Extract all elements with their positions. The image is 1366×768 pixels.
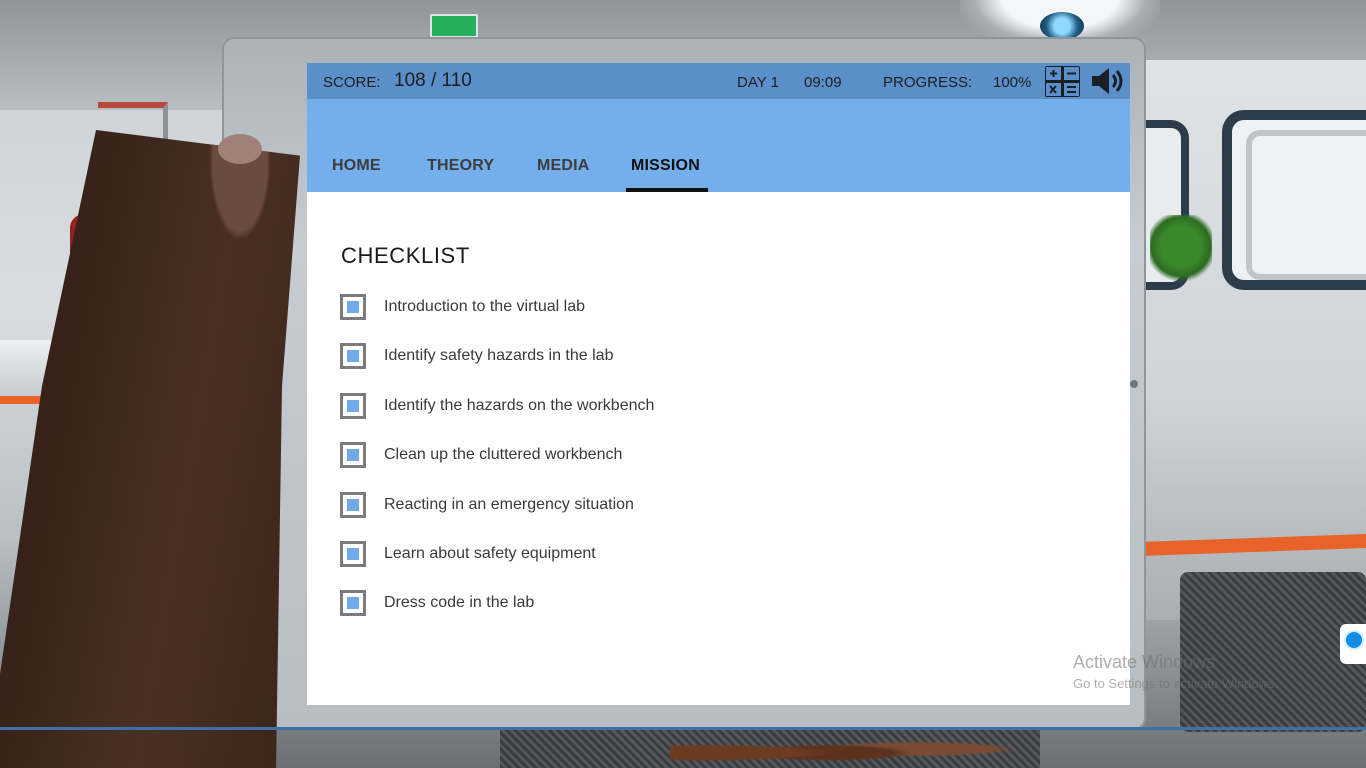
speaker-icon[interactable] — [1090, 66, 1126, 96]
checklist-item: Dress code in the lab — [340, 589, 1040, 638]
progress-label: PROGRESS: — [883, 74, 973, 91]
checklist-item-label: Learn about safety equipment — [384, 544, 596, 562]
checkbox[interactable] — [340, 540, 366, 567]
checklist-item: Identify safety hazards in the lab — [340, 342, 1040, 391]
checkbox-fill — [347, 597, 359, 610]
tablet-button — [1130, 380, 1138, 388]
checkbox[interactable] — [340, 294, 366, 320]
progress-value: 100% — [993, 74, 1032, 91]
checklist-item-label: Reacting in an emergency situation — [384, 495, 634, 513]
active-tab-indicator — [626, 188, 708, 192]
checklist-item-label: Identify the hazards on the workbench — [384, 396, 655, 414]
checklist-item: Reacting in an emergency situation — [340, 491, 1040, 540]
checkbox[interactable] — [340, 392, 366, 419]
checkbox[interactable] — [340, 491, 366, 518]
clock: 09:09 — [804, 74, 842, 91]
checkbox-fill — [347, 301, 359, 313]
checklist-item-label: Identify safety hazards in the lab — [384, 347, 614, 365]
tab-theory[interactable]: THEORY — [427, 157, 494, 192]
checkbox[interactable] — [340, 343, 366, 370]
potted-plant — [1150, 215, 1212, 285]
watermark-title: Activate Windows — [1073, 652, 1216, 672]
checklist-item-label: Introduction to the virtual lab — [384, 298, 586, 315]
checkbox[interactable] — [340, 442, 366, 469]
checkbox-fill — [347, 547, 359, 560]
checklist-heading: CHECKLIST — [341, 243, 470, 268]
exit-sign — [430, 14, 478, 38]
checkbox-fill — [347, 350, 359, 363]
score-value: 108 / 110 — [394, 70, 472, 91]
status-bar: SCORE: 108 / 110 DAY 1 09:09 PROGRESS: 1… — [307, 63, 1130, 99]
tablet-screen: SCORE: 108 / 110 DAY 1 09:09 PROGRESS: 1… — [307, 63, 1130, 705]
checklist-item-label: Dress code in the lab — [384, 594, 535, 612]
teamviewer-icon[interactable] — [1340, 624, 1366, 664]
day-indicator: DAY 1 — [737, 74, 779, 91]
checklist-item: Identify the hazards on the workbench — [340, 392, 1040, 441]
checkbox-fill — [347, 498, 359, 511]
tab-mission[interactable]: MISSION — [631, 157, 700, 192]
checkbox-fill — [347, 399, 359, 412]
checklist-item: Introduction to the virtual lab — [340, 293, 1040, 342]
checkbox[interactable] — [340, 590, 366, 617]
score-label: SCORE: — [323, 74, 381, 91]
checklist: Introduction to the virtual lab Identify… — [340, 293, 1040, 639]
tab-home[interactable]: HOME — [332, 157, 381, 192]
thumbnail-of-hand — [218, 134, 262, 164]
checkbox-fill — [347, 449, 359, 462]
lab-doorway-inner — [1246, 130, 1366, 280]
checklist-item-label: Clean up the cluttered workbench — [384, 446, 623, 464]
watermark-subtitle: Go to Settings to activate Windows. — [1073, 676, 1279, 691]
tab-media[interactable]: MEDIA — [537, 157, 590, 192]
avatar-hand — [0, 130, 300, 768]
checklist-item: Clean up the cluttered workbench — [340, 441, 1040, 490]
avatar-feet — [670, 730, 1050, 768]
checklist-item: Learn about safety equipment — [340, 540, 1040, 589]
taskbar-edge — [0, 727, 1366, 730]
windows-activation-watermark: Activate Windows Go to Settings to activ… — [1073, 652, 1278, 691]
calculator-icon[interactable] — [1045, 66, 1080, 97]
ceiling-lamp-lens — [1040, 12, 1084, 40]
